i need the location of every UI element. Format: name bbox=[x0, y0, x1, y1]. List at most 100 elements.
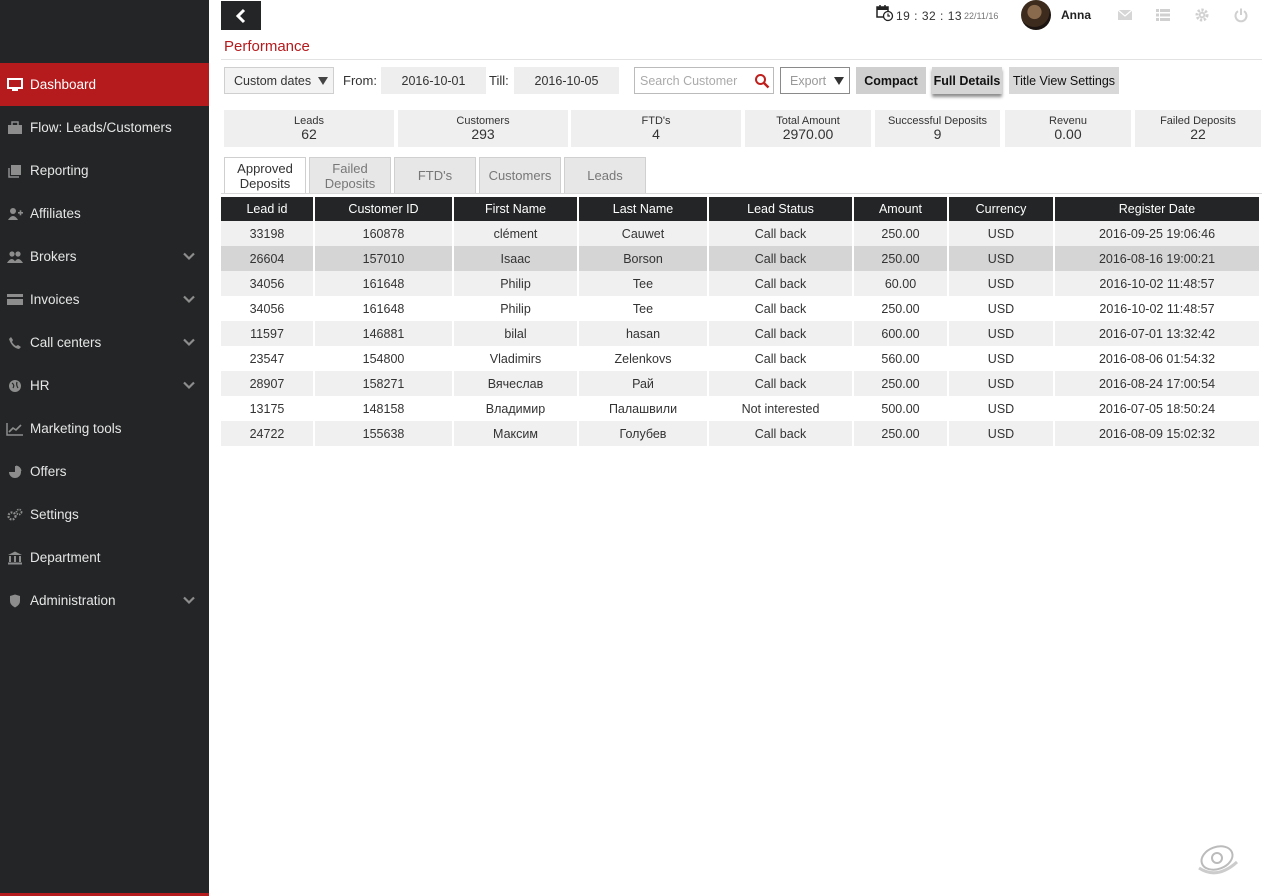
search-input[interactable] bbox=[635, 68, 750, 93]
table-row[interactable]: 24722 155638 Максим Голубев Call back 250.00 U… bbox=[221, 421, 1259, 446]
column-header[interactable]: Currency bbox=[949, 197, 1053, 221]
table-cell: Максим bbox=[454, 421, 577, 446]
table-row[interactable]: 11597 146881 bilal hasan Call back 600.00 USD 2… bbox=[221, 321, 1259, 346]
search-customer bbox=[634, 67, 774, 94]
title-divider bbox=[221, 59, 1262, 60]
date-range-select[interactable]: Custom dates bbox=[224, 67, 334, 94]
sidebar-item-affiliates[interactable]: Affiliates bbox=[0, 192, 209, 235]
power-icon[interactable] bbox=[1233, 7, 1249, 23]
table-cell: 2016-08-06 01:54:32 bbox=[1055, 346, 1259, 371]
sidebar-item-offers[interactable]: Offers bbox=[0, 450, 209, 493]
full-details-button[interactable]: Full Details bbox=[932, 67, 1002, 94]
stat-card: Revenu 0.00 bbox=[1005, 110, 1131, 147]
tab-label: Deposits bbox=[324, 175, 376, 191]
tab-divider bbox=[221, 193, 1262, 194]
back-button[interactable] bbox=[221, 1, 261, 30]
table-row[interactable]: 28907 158271 Вячеслав Рай Call back 250.00 USD… bbox=[221, 371, 1259, 396]
sidebar-item-label: Invoices bbox=[30, 292, 80, 307]
table-cell: 2016-08-09 15:02:32 bbox=[1055, 421, 1259, 446]
tab-label: Approved bbox=[237, 161, 293, 176]
table-cell: USD bbox=[949, 421, 1053, 446]
tab-customers[interactable]: Customers bbox=[479, 157, 561, 193]
chevron-down-icon[interactable] bbox=[183, 250, 195, 262]
table-cell: 13175 bbox=[221, 396, 313, 421]
table-row[interactable]: 33198 160878 clément Cauwet Call back 250.00 U… bbox=[221, 221, 1259, 246]
sidebar-item-department[interactable]: Department bbox=[0, 536, 209, 579]
table-cell: clément bbox=[454, 221, 577, 246]
column-header[interactable]: Lead id bbox=[221, 197, 313, 221]
table-cell: 560.00 bbox=[854, 346, 947, 371]
sidebar-item-hr[interactable]: HR bbox=[0, 364, 209, 407]
book-icon bbox=[0, 164, 30, 178]
table-cell: 161648 bbox=[315, 271, 452, 296]
gears-icon bbox=[0, 508, 30, 522]
sidebar-item-label: Affiliates bbox=[30, 206, 81, 221]
table-row[interactable]: 13175 148158 Владимир Палашвили Not interest… bbox=[221, 396, 1259, 421]
table-cell: USD bbox=[949, 246, 1053, 271]
stat-value: 62 bbox=[301, 126, 317, 142]
from-date-input[interactable]: 2016-10-01 bbox=[381, 67, 486, 94]
stat-card: Total Amount 2970.00 bbox=[745, 110, 871, 147]
stat-value: 293 bbox=[471, 126, 495, 142]
clock-date: 22/11/16 bbox=[964, 11, 999, 21]
column-header[interactable]: Register Date bbox=[1055, 197, 1259, 221]
sidebar-item-label: Department bbox=[30, 550, 101, 565]
chevron-down-icon[interactable] bbox=[183, 293, 195, 305]
table-cell: 148158 bbox=[315, 396, 452, 421]
table-body: 33198 160878 clément Cauwet Call back 250.00 U… bbox=[221, 221, 1259, 446]
sidebar-item-brokers[interactable]: Brokers bbox=[0, 235, 209, 278]
title-view-settings-button[interactable]: Title View Settings bbox=[1009, 67, 1119, 94]
tab-approved-deposits[interactable]: Approved Deposits bbox=[224, 157, 306, 194]
table-cell: Philip bbox=[454, 271, 577, 296]
column-header[interactable]: Amount bbox=[854, 197, 947, 221]
table-row[interactable]: 34056 161648 Philip Tee Call back 60.00 USD 201… bbox=[221, 271, 1259, 296]
credit-card-icon bbox=[0, 293, 30, 306]
table-cell: Вячеслав bbox=[454, 371, 577, 396]
tab-failed-deposits[interactable]: Failed Deposits bbox=[309, 157, 391, 193]
column-header[interactable]: Last Name bbox=[579, 197, 707, 221]
table-cell: 250.00 bbox=[854, 371, 947, 396]
table-cell: 11597 bbox=[221, 321, 313, 346]
sidebar-item-reporting[interactable]: Reporting bbox=[0, 149, 209, 192]
table-row[interactable]: 34056 161648 Philip Tee Call back 250.00 USD 20… bbox=[221, 296, 1259, 321]
column-header[interactable]: First Name bbox=[454, 197, 577, 221]
gear-icon[interactable] bbox=[1194, 7, 1210, 23]
sidebar-item-invoices[interactable]: Invoices bbox=[0, 278, 209, 321]
avatar[interactable] bbox=[1021, 0, 1051, 30]
sidebar-item-call-centers[interactable]: Call centers bbox=[0, 321, 209, 364]
table-cell: Голубев bbox=[579, 421, 707, 446]
column-header[interactable]: Lead Status bbox=[709, 197, 852, 221]
column-header[interactable]: Customer ID bbox=[315, 197, 452, 221]
sidebar-item-marketing-tools[interactable]: Marketing tools bbox=[0, 407, 209, 450]
sidebar-item-label: Call centers bbox=[30, 335, 102, 350]
tab-ftd-s[interactable]: FTD's bbox=[394, 157, 476, 193]
table-cell: 2016-09-25 19:06:46 bbox=[1055, 221, 1259, 246]
table-cell: 2016-10-02 11:48:57 bbox=[1055, 296, 1259, 321]
tab-leads[interactable]: Leads bbox=[564, 157, 646, 193]
list-icon[interactable] bbox=[1155, 7, 1171, 23]
sidebar-item-dashboard[interactable]: Dashboard bbox=[0, 63, 209, 106]
table-row[interactable]: 23547 154800 Vladimirs Zelenkovs Call back 56… bbox=[221, 346, 1259, 371]
mail-icon[interactable] bbox=[1117, 7, 1133, 23]
chevron-down-icon[interactable] bbox=[183, 336, 195, 348]
table-cell: 250.00 bbox=[854, 221, 947, 246]
sidebar-item-settings[interactable]: Settings bbox=[0, 493, 209, 536]
sidebar-item-label: Brokers bbox=[30, 249, 77, 264]
table-row[interactable]: 26604 157010 Isaac Borson Call back 250.00 USD… bbox=[221, 246, 1259, 271]
chevron-down-icon[interactable] bbox=[183, 379, 195, 391]
phone-icon bbox=[0, 336, 30, 350]
table-cell: 33198 bbox=[221, 221, 313, 246]
table-cell: 500.00 bbox=[854, 396, 947, 421]
sidebar: Dashboard Flow: Leads/Customers Reporting A… bbox=[0, 0, 209, 896]
till-date-input[interactable]: 2016-10-05 bbox=[514, 67, 619, 94]
from-label: From: bbox=[343, 73, 377, 88]
chevron-down-icon[interactable] bbox=[183, 594, 195, 606]
username[interactable]: Anna bbox=[1061, 8, 1091, 22]
search-icon[interactable] bbox=[754, 73, 770, 89]
export-select[interactable]: Export bbox=[780, 67, 850, 94]
table-cell: USD bbox=[949, 221, 1053, 246]
sidebar-item-administration[interactable]: Administration bbox=[0, 579, 209, 622]
compact-button[interactable]: Compact bbox=[856, 67, 926, 94]
monitor-icon bbox=[0, 77, 30, 92]
sidebar-item-flow-leads-customers[interactable]: Flow: Leads/Customers bbox=[0, 106, 209, 149]
